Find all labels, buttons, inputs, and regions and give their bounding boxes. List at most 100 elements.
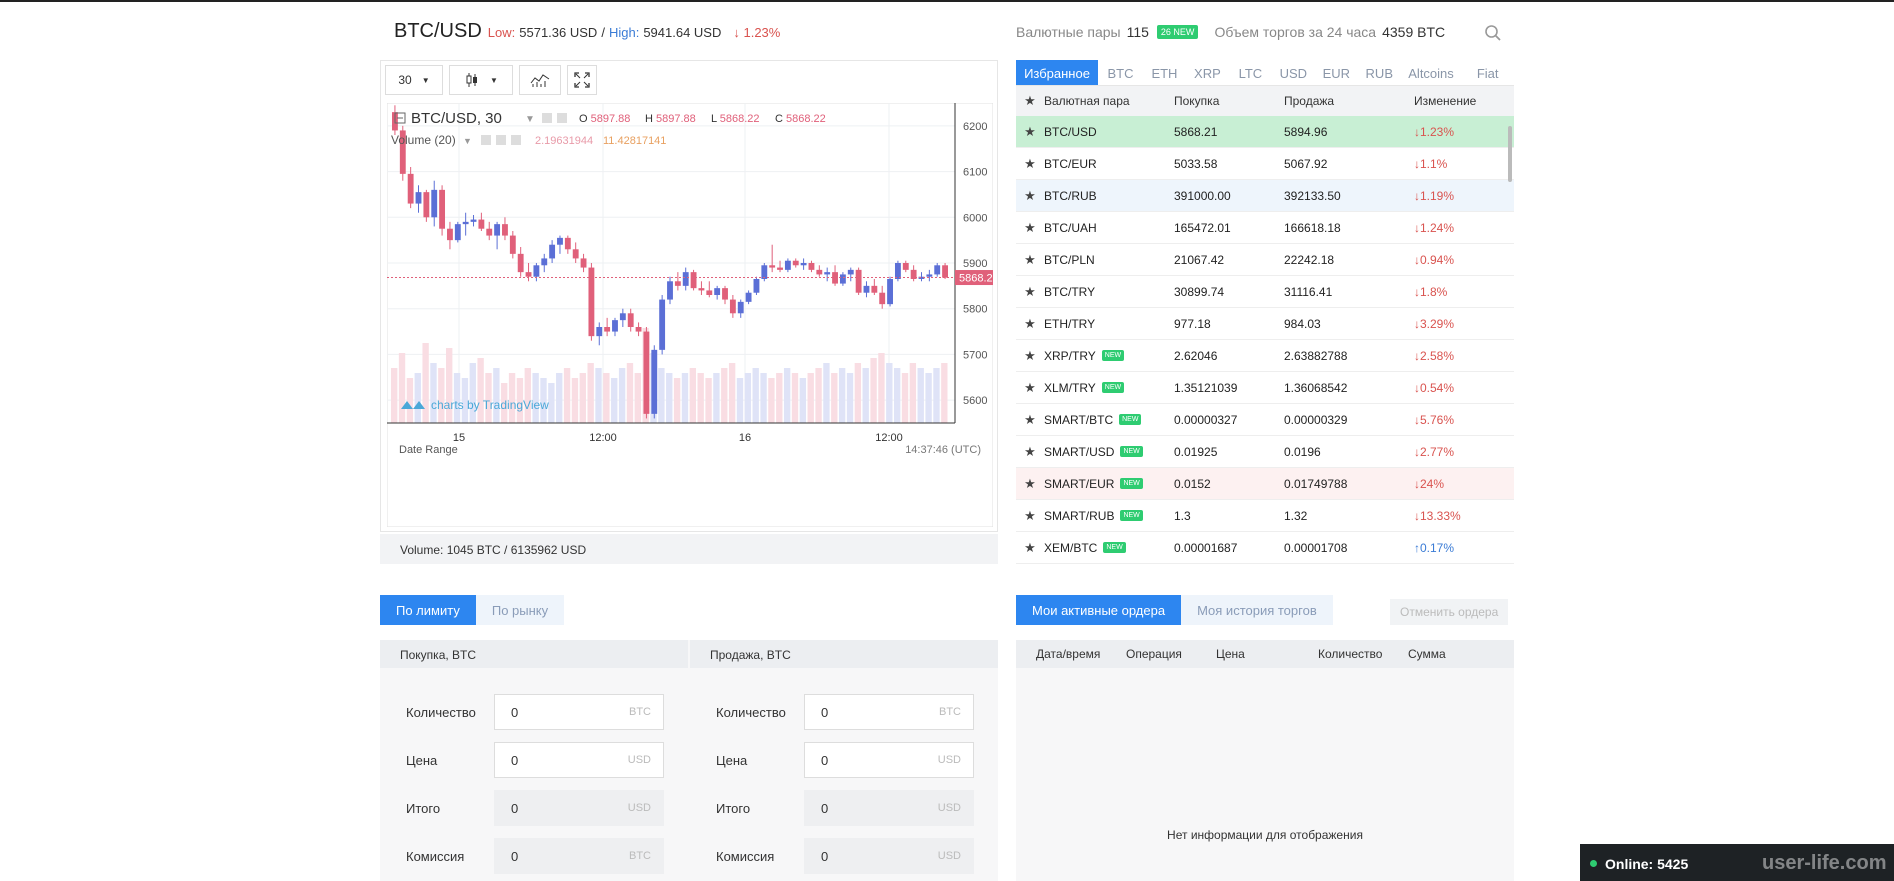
candle-body: [722, 288, 728, 300]
input-field[interactable]: 0 BTC: [804, 694, 974, 730]
star-icon[interactable]: ★: [1016, 316, 1044, 332]
close-icon[interactable]: [511, 135, 521, 145]
tab-active-orders[interactable]: Мои активные ордера: [1016, 595, 1182, 625]
tab-market[interactable]: По рынку: [475, 595, 565, 625]
volume-bar: [831, 373, 838, 423]
market-tab[interactable]: Altcoins: [1401, 60, 1462, 85]
change-cell: ↓24%: [1414, 476, 1445, 491]
pair-cell: BTC/PLN: [1044, 253, 1174, 267]
volume-bar: [587, 363, 594, 423]
market-tab[interactable]: RUB: [1358, 60, 1401, 85]
cancel-orders-button[interactable]: Отменить ордера: [1390, 599, 1509, 625]
table-row[interactable]: ★ SMART/BTC NEW 0.00000327 0.00000329 ↓5.76%: [1016, 404, 1514, 436]
candle-body: [800, 263, 807, 266]
eye-icon[interactable]: [496, 135, 506, 145]
market-tab[interactable]: LTC: [1229, 60, 1272, 85]
buy-cell: 5868.21: [1174, 124, 1218, 139]
field-unit: USD: [937, 802, 961, 814]
chart-toolbar: 30 ▼ ▼: [385, 65, 597, 95]
col-pair: Валютная пара: [1044, 94, 1130, 108]
x-tick-label: 15: [453, 432, 465, 444]
legend-vol2: 11.42817141: [603, 135, 666, 147]
table-row[interactable]: ★ BTC/EUR 5033.58 5067.92 ↓1.1%: [1016, 148, 1514, 180]
scrollbar[interactable]: [1508, 126, 1512, 182]
settings-icon[interactable]: [542, 113, 552, 123]
fullscreen-button[interactable]: [567, 65, 597, 95]
star-icon[interactable]: ★: [1016, 93, 1044, 109]
table-row[interactable]: ★ BTC/RUB 391000.00 392133.50 ↓1.19%: [1016, 180, 1514, 212]
interval-select[interactable]: 30 ▼: [385, 65, 443, 95]
pair-name: BTC/TRY: [1044, 284, 1096, 299]
change-cell: ↓0.94%: [1414, 252, 1455, 267]
candle-body: [942, 265, 948, 278]
star-icon[interactable]: ★: [1016, 220, 1044, 236]
table-row[interactable]: ★ XLM/TRY NEW 1.35121039 1.36068542 ↓0.54%: [1016, 372, 1514, 404]
empty-orders-message: Нет информации для отображения: [1167, 828, 1363, 842]
star-icon[interactable]: ★: [1016, 380, 1044, 396]
market-tab[interactable]: Избранное: [1016, 60, 1099, 85]
date-range-label[interactable]: Date Range: [399, 444, 458, 456]
star-icon[interactable]: ★: [1016, 124, 1044, 140]
star-icon[interactable]: ★: [1016, 156, 1044, 172]
pair-cell: SMART/BTC NEW: [1044, 413, 1174, 427]
market-tab[interactable]: EUR: [1315, 60, 1358, 85]
field-unit: BTC: [629, 706, 651, 718]
form-row: Цена 0 USD: [406, 742, 664, 778]
market-tab[interactable]: BTC: [1098, 60, 1143, 85]
chart-type-select[interactable]: ▼: [449, 65, 513, 95]
y-tick-label: 6000: [963, 212, 987, 224]
star-icon[interactable]: ★: [1016, 508, 1044, 524]
y-tick-label: 5800: [963, 304, 987, 316]
high-label: High:: [608, 25, 640, 40]
pair-name: XLM/TRY: [1044, 380, 1096, 395]
star-icon[interactable]: ★: [1016, 412, 1044, 428]
table-row[interactable]: ★ SMART/RUB NEW 1.3 1.32 ↓13.33%: [1016, 500, 1514, 532]
candle-body: [839, 274, 846, 284]
price-chart[interactable]: 6200 6100 6000 5900 5800 5700 5600 15 12:00 16 12…: [387, 103, 993, 527]
star-icon[interactable]: ★: [1016, 444, 1044, 460]
fullscreen-icon: [574, 72, 590, 88]
star-icon[interactable]: ★: [1016, 188, 1044, 204]
svg-text:O 5897.88: O 5897.88: [579, 113, 630, 125]
search-icon[interactable]: [1484, 24, 1502, 42]
table-row[interactable]: ★ XRP/TRY NEW 2.62046 2.63882788 ↓2.58%: [1016, 340, 1514, 372]
table-row[interactable]: ★ ETH/TRY 977.18 984.03 ↓3.29%: [1016, 308, 1514, 340]
star-icon[interactable]: ★: [1016, 284, 1044, 300]
volume-bar: [807, 373, 814, 423]
table-row[interactable]: ★ SMART/EUR NEW 0.0152 0.01749788 ↓24%: [1016, 468, 1514, 500]
volume-bar: [469, 363, 476, 423]
col-buy: Покупка: [1174, 94, 1220, 108]
tab-limit[interactable]: По лимиту: [380, 595, 476, 625]
table-row[interactable]: ★ BTC/PLN 21067.42 22242.18 ↓0.94%: [1016, 244, 1514, 276]
star-icon[interactable]: ★: [1016, 348, 1044, 364]
table-row[interactable]: ★ XEM/BTC NEW 0.00001687 0.00001708 ↑0.17%: [1016, 532, 1514, 564]
settings-icon[interactable]: [481, 135, 491, 145]
indicators-button[interactable]: [519, 65, 561, 95]
readonly-field: 0 USD: [804, 790, 974, 826]
new-badge: NEW: [1101, 382, 1125, 393]
candle-body: [572, 249, 579, 259]
star-icon[interactable]: ★: [1016, 476, 1044, 492]
change-cell: ↑0.17%: [1414, 540, 1455, 555]
table-row[interactable]: ★ BTC/USD 5868.21 5894.96 ↓1.23%: [1016, 116, 1514, 148]
volume-bar: [736, 378, 744, 423]
candle-body: [651, 349, 658, 414]
eye-icon[interactable]: [557, 113, 567, 123]
table-row[interactable]: ★ BTC/UAH 165472.01 166618.18 ↓1.24%: [1016, 212, 1514, 244]
input-field[interactable]: 0 USD: [494, 742, 664, 778]
tab-trade-history[interactable]: Моя история торгов: [1181, 595, 1333, 625]
market-tab[interactable]: ETH: [1143, 60, 1186, 85]
field-label: Количество: [406, 704, 476, 720]
star-icon[interactable]: ★: [1016, 252, 1044, 268]
sell-form: Продажа, BTC Количество 0 BTC Цена 0 USD Итого 0…: [690, 640, 998, 881]
input-field[interactable]: 0 BTC: [494, 694, 664, 730]
form-title: Покупка, BTC: [380, 640, 688, 668]
table-row[interactable]: ★ SMART/USD NEW 0.01925 0.0196 ↓2.77%: [1016, 436, 1514, 468]
input-field[interactable]: 0 USD: [804, 742, 974, 778]
table-row[interactable]: ★ BTC/TRY 30899.74 31116.41 ↓1.8%: [1016, 276, 1514, 308]
market-tab[interactable]: XRP: [1186, 60, 1229, 85]
star-icon[interactable]: ★: [1016, 540, 1044, 556]
market-tab[interactable]: Fiat: [1461, 60, 1514, 85]
market-tab[interactable]: USD: [1272, 60, 1315, 85]
form-row: Количество 0 BTC: [406, 694, 664, 730]
